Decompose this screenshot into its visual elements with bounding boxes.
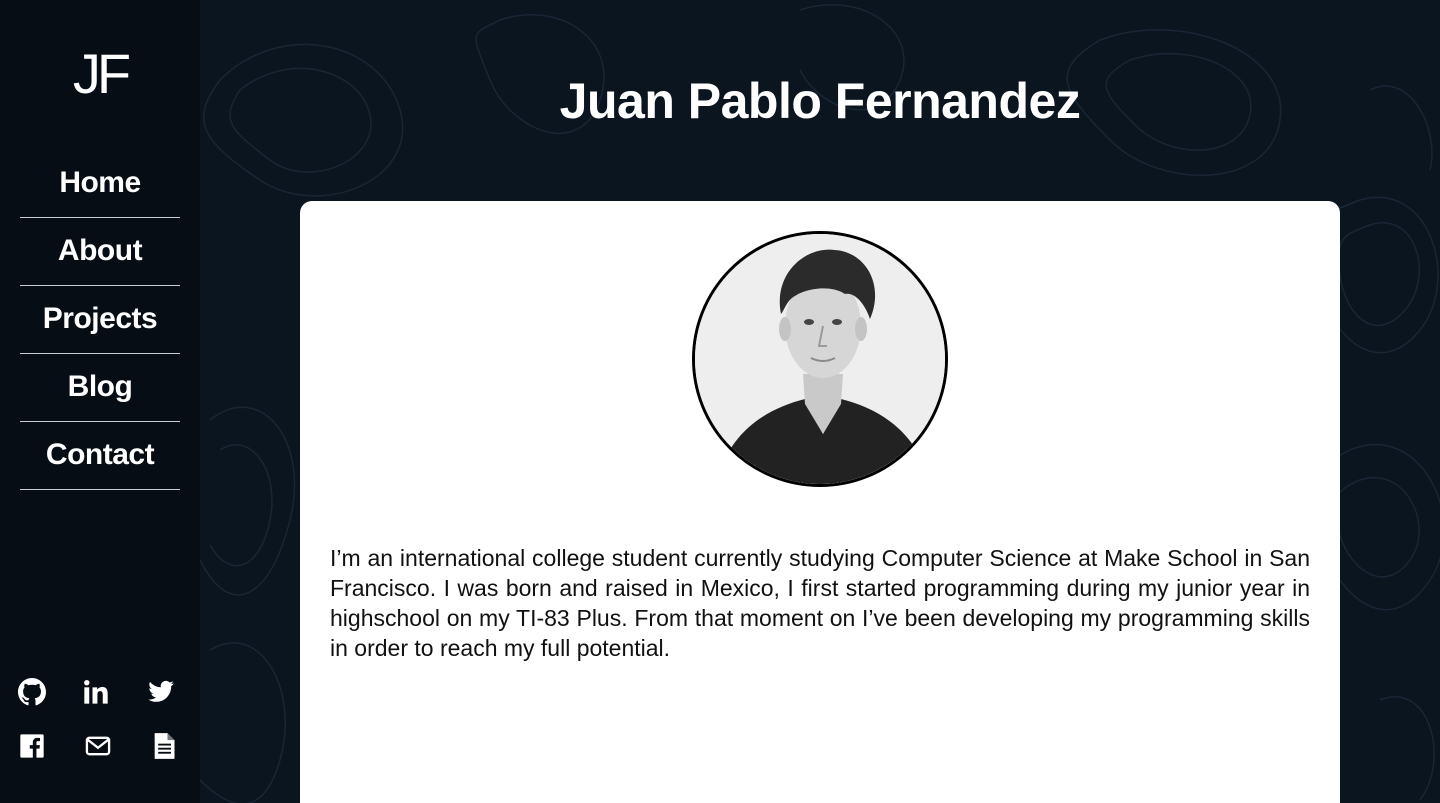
about-card: I’m an international college student cur… (300, 201, 1340, 803)
main-content: Juan Pablo Fernandez I’m an internationa… (200, 0, 1440, 803)
social-links (12, 670, 192, 780)
page-title: Juan Pablo Fernandez (559, 73, 1081, 129)
nav-item-home[interactable]: Home (20, 150, 180, 218)
nav-item-contact[interactable]: Contact (20, 422, 180, 490)
bio-text: I’m an international college student cur… (330, 545, 1310, 661)
profile-photo (692, 231, 948, 487)
nav-item-about[interactable]: About (20, 218, 180, 286)
resume-document-icon[interactable] (146, 728, 182, 764)
linkedin-icon[interactable] (78, 674, 114, 710)
facebook-icon[interactable] (14, 728, 50, 764)
github-icon[interactable] (14, 674, 50, 710)
site-logo[interactable]: JF (0, 42, 200, 106)
twitter-icon[interactable] (143, 674, 179, 710)
mail-icon[interactable] (80, 728, 116, 764)
nav-item-projects[interactable]: Projects (20, 286, 180, 354)
sidebar: JF Home About Projects Blog Contact (0, 0, 200, 803)
main-nav: Home About Projects Blog Contact (20, 150, 180, 490)
nav-item-blog[interactable]: Blog (20, 354, 180, 422)
